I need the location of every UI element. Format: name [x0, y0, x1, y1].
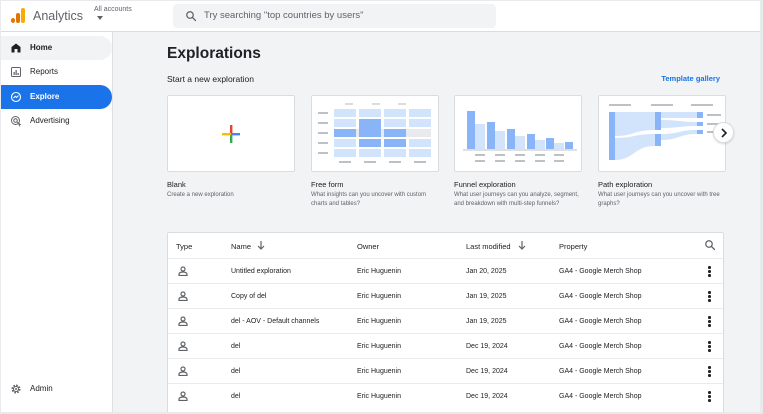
sidebar-item-label: Reports [30, 67, 59, 76]
table-row[interactable]: Copy of del Eric Huguenin Jan 19, 2025 G… [168, 283, 723, 308]
top-bar: Analytics All accounts Try searching "to… [1, 1, 760, 32]
template-description: What user journeys can you analyze, segm… [454, 192, 579, 207]
more-vert-icon[interactable] [708, 266, 712, 278]
app-title: Analytics [33, 9, 84, 23]
section-label: Start a new exploration [167, 74, 254, 84]
property-cell: GA4 - Google Merch Shop [559, 343, 642, 350]
modified-cell: Dec 19, 2024 [466, 368, 508, 375]
modified-cell: Jan 20, 2025 [466, 268, 507, 275]
template-card-path-exploration[interactable] [598, 95, 726, 172]
template-description: What user journeys can you uncover with … [598, 192, 720, 207]
sidebar-item-admin[interactable]: Admin [1, 377, 112, 401]
property-cell: GA4 - Google Merch Shop [559, 393, 642, 400]
free-form-thumbnail [318, 103, 431, 163]
explore-icon [10, 91, 22, 103]
template-gallery-link[interactable]: Template gallery [661, 74, 720, 83]
column-header-type[interactable]: Type [176, 242, 192, 251]
template-name: Path exploration [598, 180, 653, 189]
search-icon [186, 11, 197, 22]
template-card-funnel-exploration[interactable] [454, 95, 582, 172]
more-vert-icon[interactable] [708, 341, 712, 353]
template-name: Free form [311, 180, 344, 189]
page-title: Explorations [167, 45, 261, 62]
table-row[interactable]: del Eric Huguenin Dec 19, 2024 GA4 - Goo… [168, 333, 723, 358]
template-card-blank[interactable] [167, 95, 295, 172]
template-card-free-form[interactable] [311, 95, 439, 172]
search-input[interactable]: Try searching "top countries by users" [173, 4, 496, 28]
sidebar-item-label: Advertising [30, 116, 70, 125]
sidebar-item-label: Explore [30, 92, 60, 101]
sort-arrow-down-icon[interactable] [257, 241, 265, 250]
sidebar-item-advertising[interactable]: Advertising [1, 109, 112, 133]
table-row[interactable]: del - AOV - Default channels Eric Huguen… [168, 308, 723, 333]
template-description: Create a new exploration [167, 192, 234, 198]
owner-cell: Eric Huguenin [357, 293, 401, 300]
owner-cell: Eric Huguenin [357, 393, 401, 400]
person-icon [178, 366, 188, 376]
column-header-name[interactable]: Name [231, 242, 251, 251]
more-vert-icon[interactable] [708, 291, 712, 303]
home-icon [11, 43, 21, 53]
main-content: Explorations Start a new exploration Tem… [113, 32, 760, 412]
caret-down-icon[interactable] [97, 16, 103, 20]
exploration-name[interactable]: del [231, 368, 240, 375]
modified-cell: Jan 19, 2025 [466, 318, 507, 325]
exploration-name[interactable]: Untitled exploration [231, 268, 291, 275]
app-window: Analytics All accounts Try searching "to… [1, 1, 760, 412]
more-vert-icon[interactable] [708, 391, 712, 403]
explorations-table: Type Name Owner Last modified Property U… [167, 232, 724, 412]
property-cell: GA4 - Google Merch Shop [559, 268, 642, 275]
advertising-icon [11, 116, 22, 127]
property-cell: GA4 - Google Merch Shop [559, 293, 642, 300]
template-description: What insights can you uncover with custo… [311, 192, 427, 207]
table-row[interactable]: del Eric Huguenin Dec 19, 2024 GA4 - Goo… [168, 358, 723, 383]
plus-icon [222, 125, 240, 143]
person-icon [178, 341, 188, 351]
property-cell: GA4 - Google Merch Shop [559, 368, 642, 375]
person-icon [178, 316, 188, 326]
more-vert-icon[interactable] [708, 366, 712, 378]
sidebar-item-label: Home [30, 43, 53, 52]
exploration-name[interactable]: del - AOV - Default channels [231, 318, 319, 325]
person-icon [178, 391, 188, 401]
property-cell: GA4 - Google Merch Shop [559, 318, 642, 325]
person-icon [178, 266, 188, 276]
modified-cell: Dec 19, 2024 [466, 393, 508, 400]
owner-cell: Eric Huguenin [357, 343, 401, 350]
sidebar-nav: Home Reports Explore Advertising Admin [1, 32, 113, 412]
template-name: Blank [167, 180, 186, 189]
modified-cell: Jan 19, 2025 [466, 293, 507, 300]
table-row[interactable]: Untitled exploration Eric Huguenin Jan 2… [168, 258, 723, 283]
sidebar-item-label: Admin [30, 384, 53, 393]
sidebar-item-home[interactable]: Home [1, 36, 112, 60]
column-header-last-modified[interactable]: Last modified [466, 242, 511, 251]
funnel-thumbnail [463, 111, 577, 162]
owner-cell: Eric Huguenin [357, 318, 401, 325]
column-header-owner[interactable]: Owner [357, 242, 379, 251]
sidebar-item-explore[interactable]: Explore [1, 85, 112, 109]
sort-arrow-down-icon[interactable] [518, 241, 526, 250]
next-templates-button[interactable] [713, 122, 734, 143]
path-thumbnail [609, 104, 721, 160]
sidebar-item-reports[interactable]: Reports [1, 60, 112, 84]
template-name: Funnel exploration [454, 180, 516, 189]
bar-chart-icon [11, 67, 21, 77]
exploration-name[interactable]: del [231, 343, 240, 350]
chevron-right-icon [721, 128, 728, 138]
analytics-logo-icon[interactable] [10, 7, 26, 23]
exploration-name[interactable]: Copy of del [231, 293, 266, 300]
search-placeholder: Try searching "top countries by users" [204, 10, 364, 21]
account-selector[interactable]: All accounts [94, 6, 132, 13]
owner-cell: Eric Huguenin [357, 368, 401, 375]
exploration-name[interactable]: del [231, 393, 240, 400]
more-vert-icon[interactable] [708, 316, 712, 328]
column-header-property[interactable]: Property [559, 242, 587, 251]
gear-icon [11, 384, 21, 394]
table-search-icon[interactable] [704, 239, 716, 251]
modified-cell: Dec 19, 2024 [466, 343, 508, 350]
owner-cell: Eric Huguenin [357, 268, 401, 275]
person-icon [178, 291, 188, 301]
table-row[interactable]: del Eric Huguenin Dec 19, 2024 GA4 - Goo… [168, 383, 723, 408]
